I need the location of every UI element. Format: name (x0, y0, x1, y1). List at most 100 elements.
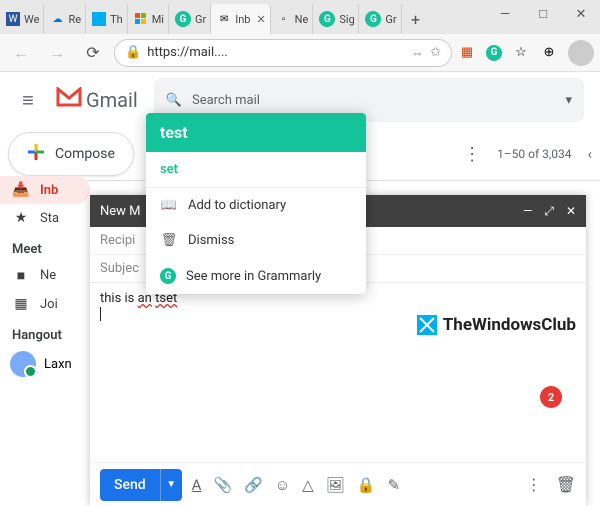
address-bar[interactable]: 🔒 https://mail.... ⇔ ✩ (114, 39, 452, 67)
grammarly-icon: G (160, 268, 176, 284)
search-icon: 🔍 (166, 93, 182, 108)
link-icon[interactable]: 🔗 (244, 476, 263, 494)
browser-toolbar: ← → ⟳ 🔒 https://mail.... ⇔ ✩ ▦ G ☆ ⊕ (0, 34, 600, 72)
tab-twc[interactable]: Th (86, 4, 128, 34)
prev-page-button[interactable]: ‹ (587, 145, 592, 163)
trash-icon: 🗑 (160, 233, 178, 248)
hangouts-user[interactable]: Laxn (0, 347, 90, 381)
toolbar-right: ⋮ 1–50 of 3,034 ‹ (463, 144, 592, 165)
confidential-icon[interactable]: 🔒 (357, 476, 376, 494)
window-controls: — □ ✕ (486, 0, 600, 28)
gmail-logo[interactable]: Gmail (56, 87, 138, 113)
tab-gmail-active[interactable]: ✉Inb✕ (211, 4, 270, 34)
meet-new[interactable]: ■Ne (0, 261, 90, 290)
new-tab-button[interactable]: + (402, 4, 430, 34)
pen-icon[interactable]: ✎ (387, 476, 400, 494)
watermark: TheWindowsClub (417, 315, 576, 335)
grammarly-word: test (146, 113, 366, 152)
tab-microsoft[interactable]: Mi (128, 4, 169, 34)
add-to-dictionary[interactable]: 📖Add to dictionary (146, 188, 366, 223)
message-count: 1–50 of 3,034 (497, 147, 571, 161)
minimize-compose-icon[interactable]: — (523, 204, 532, 219)
close-window-button[interactable]: ✕ (562, 0, 600, 28)
drive-icon[interactable]: △ (302, 476, 314, 494)
gmail-brand-text: Gmail (86, 88, 138, 112)
attach-icon[interactable]: 📎 (213, 476, 232, 494)
minimize-button[interactable]: — (486, 0, 524, 28)
search-placeholder: Search mail (192, 93, 260, 108)
tab-grammarly-2[interactable]: GSig (313, 4, 359, 34)
sidebar-item-starred[interactable]: ★Sta (0, 204, 90, 232)
collections-icon[interactable]: ⊕ (540, 44, 558, 62)
tab-grammarly-3[interactable]: GGr (359, 4, 401, 34)
see-more-grammarly[interactable]: GSee more in Grammarly (146, 258, 366, 294)
more-menu-icon[interactable]: ⋮ (463, 144, 481, 165)
meet-header: Meet (0, 232, 90, 261)
compose-button[interactable]: Compose (8, 132, 134, 176)
office-ext-icon[interactable]: ▦ (458, 44, 476, 62)
maximize-button[interactable]: □ (524, 0, 562, 28)
twc-logo-icon (417, 315, 437, 335)
hangouts-username: Laxn (44, 357, 72, 372)
gmail-sidebar: 📥Inb ★Sta Meet ■Ne ▦Joi Hangout Laxn (0, 176, 90, 381)
compose-title: New M (100, 204, 141, 219)
profile-avatar[interactable] (568, 40, 594, 66)
dictionary-icon: 📖 (160, 198, 178, 213)
body-text: this is (100, 291, 138, 306)
extensions: ▦ G ☆ ⊕ (458, 40, 594, 66)
sync-icon[interactable]: ⇔ (411, 45, 424, 61)
sidebar-item-inbox[interactable]: 📥Inb (0, 176, 90, 204)
image-icon[interactable]: 🖼 (326, 476, 345, 494)
tab-word[interactable]: WWe (0, 4, 44, 34)
more-options-icon[interactable]: ⋮ (526, 475, 542, 494)
send-label: Send (100, 477, 160, 493)
compose-footer: Send ▼ A 📎 🔗 ☺ △ 🖼 🔒 ✎ ⋮ 🗑 (90, 462, 586, 506)
close-compose-icon[interactable]: ✕ (566, 204, 576, 219)
grammarly-badge[interactable]: 2 (540, 386, 562, 408)
favorites-icon[interactable]: ☆ (512, 44, 530, 62)
dismiss-suggestion[interactable]: 🗑Dismiss (146, 223, 366, 258)
reload-button[interactable]: ⟳ (78, 38, 108, 68)
compose-label: Compose (55, 146, 115, 162)
word-icon: W (6, 12, 20, 26)
fullscreen-compose-icon[interactable]: ⤢ (544, 204, 554, 219)
chevron-down-icon[interactable]: ▾ (565, 93, 572, 108)
send-button[interactable]: Send ▼ (100, 469, 182, 501)
grammarly-ext-icon[interactable]: G (486, 45, 502, 61)
send-dropdown-icon[interactable]: ▼ (160, 469, 182, 501)
tab-grammarly-1[interactable]: GGr (169, 4, 211, 34)
browser-titlebar: WWe ☁Re Th Mi GGr ✉Inb✕ ▫Ne GSig GGr + —… (0, 0, 600, 34)
hamburger-icon[interactable]: ≡ (8, 80, 48, 120)
favorite-icon[interactable]: ✩ (430, 45, 441, 60)
emoji-icon[interactable]: ☺ (275, 476, 290, 494)
gmail-m-icon (56, 87, 82, 113)
tab-onedrive[interactable]: ☁Re (44, 4, 86, 34)
discard-icon[interactable]: 🗑 (556, 475, 576, 494)
star-icon: ★ (12, 210, 30, 226)
format-text-icon[interactable]: A (192, 476, 202, 494)
user-avatar (10, 351, 36, 377)
microsoft-icon (134, 12, 148, 26)
twc-icon (92, 12, 106, 26)
format-toolbar: A 📎 🔗 ☺ △ 🖼 🔒 ✎ (192, 476, 400, 494)
gmail-icon: ✉ (217, 12, 231, 26)
grammarly-icon: G (319, 11, 335, 27)
tab-newtab-page[interactable]: ▫Ne (271, 4, 314, 34)
browser-tabs: WWe ☁Re Th Mi GGr ✉Inb✕ ▫Ne GSig GGr + (0, 4, 430, 34)
grammarly-popup: test set 📖Add to dictionary 🗑Dismiss GSe… (146, 113, 366, 294)
close-icon[interactable]: ✕ (256, 13, 265, 26)
watermark-text: TheWindowsClub (443, 315, 576, 335)
join-icon: ▦ (12, 296, 30, 312)
video-icon: ■ (12, 267, 30, 284)
back-button[interactable]: ← (6, 38, 36, 68)
meet-join[interactable]: ▦Joi (0, 290, 90, 318)
plus-icon (27, 142, 45, 166)
page-icon: ▫ (277, 12, 291, 26)
grammarly-suggestion[interactable]: set (146, 152, 366, 188)
compose-body[interactable]: this is an tset TheWindowsClub 2 (90, 283, 586, 462)
lock-icon: 🔒 (125, 45, 141, 60)
forward-button[interactable]: → (42, 38, 72, 68)
text-cursor (100, 307, 101, 321)
url-text: https://mail.... (147, 45, 228, 60)
hangouts-header: Hangout (0, 318, 90, 347)
